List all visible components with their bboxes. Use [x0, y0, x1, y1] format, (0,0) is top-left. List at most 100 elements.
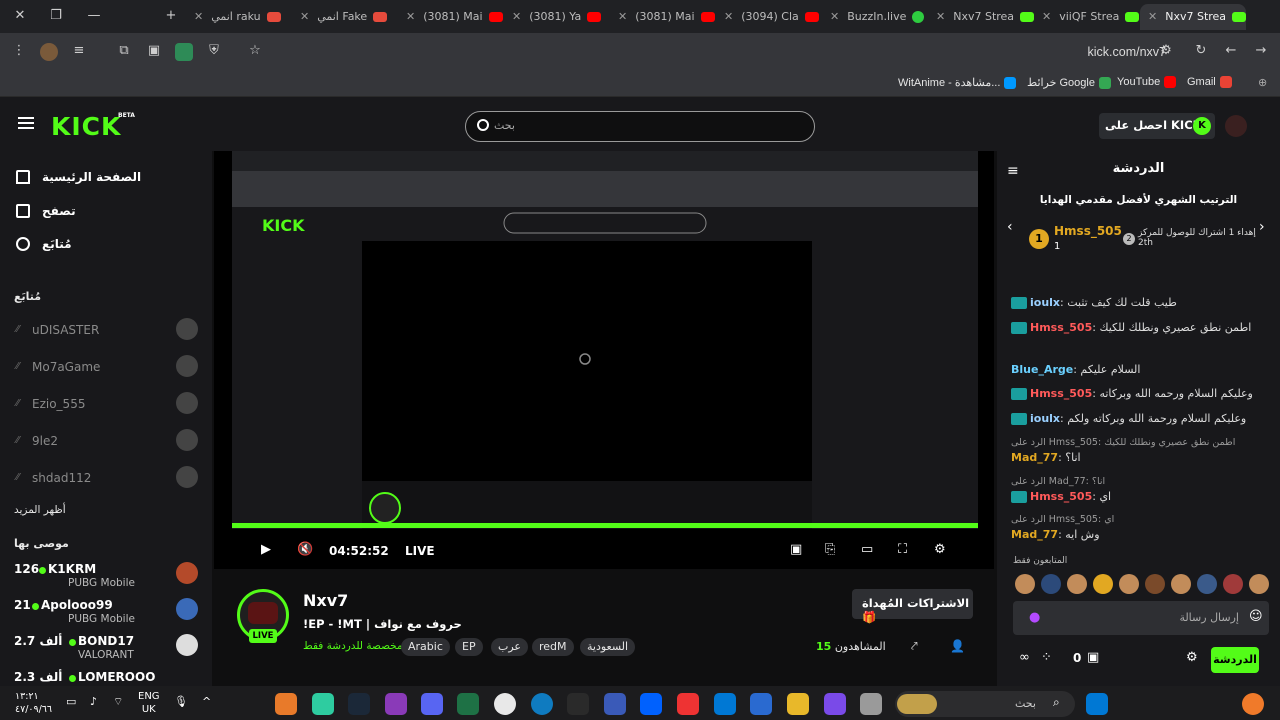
- browser-tab[interactable]: ✕ (3081) Mai: [398, 4, 504, 30]
- steam-icon[interactable]: [348, 693, 370, 715]
- tag-arabic[interactable]: Arabic: [401, 638, 450, 656]
- browser-tab[interactable]: ✕ viiQF Strea: [1034, 4, 1140, 30]
- tag-saudi[interactable]: السعودية: [580, 638, 636, 656]
- app-icon[interactable]: [604, 693, 626, 715]
- chatter-avatar[interactable]: [1067, 574, 1087, 594]
- chat-input[interactable]: ● إرسال رسالة ☺: [1013, 601, 1269, 635]
- chatter-avatar[interactable]: [1249, 574, 1269, 594]
- chevron-left-icon[interactable]: ‹: [1007, 219, 1013, 235]
- nav-browse[interactable]: تصفح: [12, 201, 202, 223]
- chat-settings-icon[interactable]: ⚙: [1186, 650, 1198, 665]
- restore-window-icon[interactable]: ❐: [46, 8, 66, 26]
- chatter-avatar[interactable]: [1197, 574, 1217, 594]
- theater-icon[interactable]: ▣: [790, 542, 802, 557]
- followed-channel[interactable]: ⁄⁄ Mo7aGame: [16, 355, 200, 379]
- show-more-link[interactable]: أظهر المزيد: [14, 504, 66, 516]
- app-icon[interactable]: [312, 693, 334, 715]
- get-kicks-button[interactable]: احصل على KICKs K: [1099, 113, 1215, 139]
- chat-send-button[interactable]: الدردشة: [1211, 647, 1259, 673]
- forward-icon[interactable]: ←: [1222, 43, 1240, 61]
- miniplayer-icon[interactable]: ▭: [861, 542, 873, 557]
- globe-icon[interactable]: ⊕: [1258, 76, 1267, 89]
- star-bookmark-icon[interactable]: ☆: [246, 43, 264, 61]
- app-icon[interactable]: [385, 693, 407, 715]
- copilot-icon[interactable]: [824, 693, 846, 715]
- close-window-icon[interactable]: ✕: [10, 8, 30, 26]
- follow-icon[interactable]: 👤: [950, 639, 965, 653]
- settings-icon[interactable]: ⚙: [934, 542, 946, 557]
- extension-green-icon[interactable]: [175, 43, 193, 61]
- fullscreen-icon[interactable]: ⛶: [898, 542, 907, 557]
- extension-icon[interactable]: ▣: [145, 43, 163, 61]
- system-clock[interactable]: ١٣:٢١ ٤٧/٠٩/٦٦: [15, 690, 52, 716]
- kick-logo[interactable]: KICK: [51, 112, 121, 141]
- chevron-up-icon[interactable]: ^: [202, 695, 211, 708]
- tag-redm[interactable]: redM: [532, 638, 574, 656]
- dropbox-icon[interactable]: [640, 693, 662, 715]
- tag-arab[interactable]: عرب: [491, 638, 528, 656]
- bookmark-youtube[interactable]: YouTube: [1117, 76, 1177, 89]
- leader-name[interactable]: Hmss_505: [1054, 224, 1122, 238]
- browser-tab[interactable]: ✕ (3094) Cla: [716, 4, 822, 30]
- chatter-avatar[interactable]: [1223, 574, 1243, 594]
- mail-icon[interactable]: [714, 693, 736, 715]
- hamburger-menu-icon[interactable]: [18, 117, 34, 129]
- recommended-channel[interactable]: 2.7 ألف BOND17 VALORANT: [14, 632, 200, 666]
- gift-subs-button[interactable]: الاشتراكات المُهداة 🎁: [852, 589, 973, 624]
- search-bar[interactable]: بحث: [465, 111, 815, 142]
- wifi-icon[interactable]: ⌔: [113, 695, 123, 709]
- nav-following[interactable]: مُتابَع: [12, 234, 202, 256]
- browser-tab[interactable]: ✕ انمي raku: [186, 4, 292, 30]
- share-icon[interactable]: ⤤: [911, 639, 918, 654]
- reading-list-icon[interactable]: ≡: [70, 43, 88, 61]
- excel-icon[interactable]: [457, 693, 479, 715]
- chevron-right-icon[interactable]: ›: [1259, 219, 1265, 235]
- bookmark-gmail[interactable]: Gmail: [1187, 76, 1232, 89]
- followed-channel[interactable]: ⁄⁄ Ezio_555: [16, 392, 200, 416]
- volume-icon[interactable]: ♪: [90, 695, 97, 708]
- discord-icon[interactable]: [421, 693, 443, 715]
- taskbar-search[interactable]: بحث ⌕: [895, 691, 1075, 717]
- edge-icon[interactable]: [531, 693, 553, 715]
- input-language[interactable]: ENG UK: [138, 690, 160, 716]
- chatter-avatar[interactable]: [1015, 574, 1035, 594]
- nav-home[interactable]: الصفحة الرئيسية: [12, 167, 202, 189]
- extensions-icon[interactable]: ⧉: [115, 43, 133, 61]
- back-icon[interactable]: →: [1252, 43, 1270, 61]
- user-avatar[interactable]: [1225, 115, 1247, 137]
- menu-dots-icon[interactable]: ⋮: [10, 43, 28, 61]
- kicks-icon[interactable]: ⁘: [1041, 650, 1052, 665]
- new-tab-icon[interactable]: +: [161, 8, 181, 26]
- bookmark-witanime[interactable]: WitAnime - مشاهدة...: [898, 76, 1017, 90]
- weather-icon[interactable]: [1242, 693, 1264, 715]
- reload-icon[interactable]: ↻: [1192, 43, 1210, 61]
- minimize-window-icon[interactable]: —: [84, 8, 104, 26]
- shield-icon[interactable]: ⛨: [205, 43, 223, 61]
- chatter-avatar[interactable]: [1171, 574, 1191, 594]
- url-field[interactable]: kick.com/nxv7: [1088, 45, 1167, 59]
- browser-tab[interactable]: ✕ انمي Fake: [292, 4, 398, 30]
- battery-icon[interactable]: ▭: [66, 695, 76, 708]
- site-settings-icon[interactable]: ⚙: [1157, 43, 1175, 61]
- chatter-avatar[interactable]: [1093, 574, 1113, 594]
- streamer-name[interactable]: Nxv7: [303, 591, 348, 610]
- browser-tab-active[interactable]: ✕ Nxv7 Strea: [1140, 4, 1246, 30]
- progress-bar[interactable]: [232, 524, 978, 528]
- recommended-channel[interactable]: 21 Apolooo99 PUBG Mobile: [14, 596, 200, 630]
- app-icon[interactable]: [275, 693, 297, 715]
- browser-tab[interactable]: ✕ Nxv7 Strea: [928, 4, 1034, 30]
- tag-ep[interactable]: EP: [455, 638, 483, 656]
- chatter-avatar[interactable]: [1041, 574, 1061, 594]
- mic-icon[interactable]: 🎙: [174, 695, 188, 708]
- bookmark-google-maps[interactable]: خرائط Google: [1027, 76, 1111, 90]
- recommended-channel[interactable]: 2.3 ألف LOMEROOO: [14, 668, 200, 686]
- search-input[interactable]: بحث: [494, 119, 515, 132]
- browser-tab[interactable]: ✕ (3081) Ya: [504, 4, 610, 30]
- profile-avatar[interactable]: [40, 43, 58, 61]
- epic-games-icon[interactable]: [567, 693, 589, 715]
- followed-channel[interactable]: ⁄⁄ shdad112: [16, 466, 200, 490]
- followed-channel[interactable]: ⁄⁄ 9le2: [16, 429, 200, 453]
- clip-icon[interactable]: ⎘: [825, 542, 835, 557]
- browser-tab[interactable]: ✕ (3081) Mai: [610, 4, 716, 30]
- video-player[interactable]: KICK: [214, 151, 994, 569]
